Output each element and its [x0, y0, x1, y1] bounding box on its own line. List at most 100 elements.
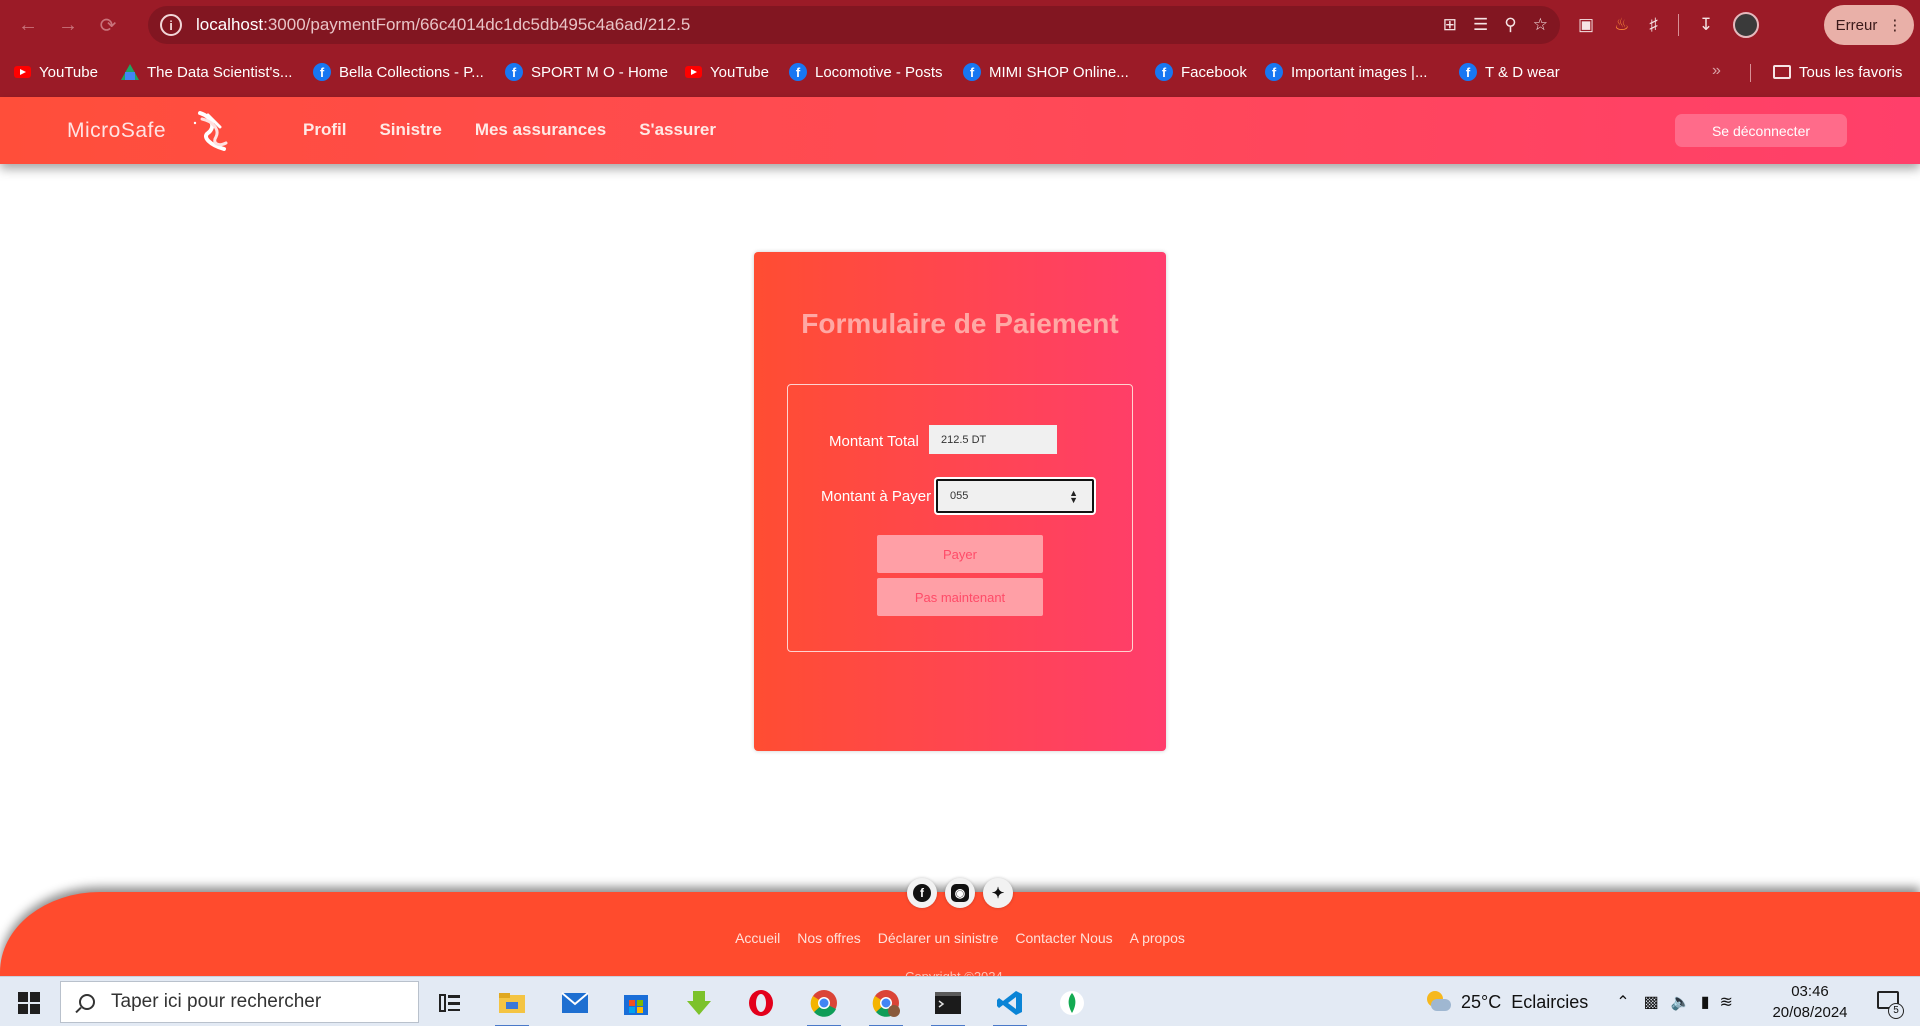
url-path: :3000/paymentForm/66c4014dc1dc5db495c4a6…: [263, 15, 691, 34]
search-icon: [79, 994, 95, 1010]
facebook-icon: f: [313, 63, 331, 81]
microsoft-store-icon[interactable]: [617, 984, 655, 1022]
facebook-social-button[interactable]: f: [907, 878, 937, 908]
taskbar-search-placeholder: Taper ici pour rechercher: [111, 991, 322, 1012]
facebook-icon: f: [913, 884, 931, 902]
pay-button[interactable]: Payer: [877, 535, 1043, 573]
bookmark-item[interactable]: YouTube: [14, 60, 98, 84]
translate-icon[interactable]: ☰: [1473, 15, 1488, 35]
nav-s-assurer[interactable]: S'assurer: [639, 120, 716, 140]
mail-icon[interactable]: [556, 984, 594, 1022]
bookmark-item[interactable]: f MIMI SHOP Online...: [963, 60, 1129, 84]
zoom-icon[interactable]: ⚲: [1504, 15, 1516, 35]
bookmark-item[interactable]: f Locomotive - Posts: [789, 60, 943, 84]
nav-profil[interactable]: Profil: [303, 120, 346, 140]
mongodb-compass-icon[interactable]: [1053, 984, 1091, 1022]
weather-temperature[interactable]: 25°C: [1461, 992, 1501, 1013]
clock-time: 03:46: [1791, 983, 1829, 1000]
url-host: localhost: [196, 15, 264, 34]
more-bookmarks-icon[interactable]: »: [1712, 62, 1721, 80]
bookmark-item[interactable]: YouTube: [685, 60, 769, 84]
google-drive-icon: [121, 64, 139, 80]
download-manager-icon[interactable]: [680, 984, 718, 1022]
not-now-button[interactable]: Pas maintenant: [877, 578, 1043, 616]
payment-card: Formulaire de Paiement Montant Total 212…: [754, 252, 1166, 751]
vscode-icon[interactable]: [991, 984, 1029, 1026]
select-updown-icon: ▲ ▼: [1069, 488, 1078, 505]
instagram-social-button[interactable]: ◉: [945, 878, 975, 908]
nav-mes-assurances[interactable]: Mes assurances: [475, 120, 606, 140]
brand-name[interactable]: MicroSafe: [67, 119, 166, 143]
opera-browser-icon[interactable]: [742, 984, 780, 1022]
taskbar-search[interactable]: Taper ici pour rechercher: [60, 981, 419, 1023]
battery-icon[interactable]: ▮: [1701, 992, 1710, 1012]
footer-link-contact[interactable]: Contacter Nous: [1015, 930, 1112, 946]
total-amount-label: Montant Total: [829, 433, 919, 450]
network-status-icon[interactable]: ▩: [1644, 992, 1659, 1012]
volume-icon[interactable]: 🔈: [1671, 992, 1691, 1012]
windows-start-icon[interactable]: [18, 992, 40, 1014]
pocket-icon[interactable]: ▣: [1578, 15, 1594, 35]
footer-link-offres[interactable]: Nos offres: [797, 930, 861, 946]
file-explorer-icon[interactable]: [493, 984, 531, 1026]
bookmark-item[interactable]: f SPORT M O - Home: [505, 60, 668, 84]
bookmark-item[interactable]: f Facebook: [1155, 60, 1247, 84]
bookmark-item[interactable]: The Data Scientist's...: [121, 60, 292, 84]
twitter-social-button[interactable]: ✦: [983, 878, 1013, 908]
bookmark-label: The Data Scientist's...: [147, 63, 293, 81]
footer-link-a-propos[interactable]: A propos: [1130, 930, 1185, 946]
footer-link-declarer-sinistre[interactable]: Déclarer un sinistre: [878, 930, 999, 946]
bookmark-label: Facebook: [1181, 63, 1247, 81]
weather-description[interactable]: Eclaircies: [1511, 992, 1588, 1013]
chevron-up-icon[interactable]: ⌃: [1616, 992, 1629, 1012]
chrome-profile-icon[interactable]: [867, 984, 905, 1026]
nav-sinistre[interactable]: Sinistre: [379, 120, 441, 140]
youtube-icon: [14, 66, 31, 78]
back-arrow-icon[interactable]: ←: [8, 5, 48, 45]
clock-date: 20/08/2024: [1772, 1004, 1848, 1021]
all-bookmarks-label: Tous les favoris: [1799, 63, 1903, 81]
browser-chrome: ← → ⟳ i localhost:3000/paymentForm/66c40…: [0, 0, 1920, 97]
pay-amount-select[interactable]: 055 ▲ ▼: [936, 479, 1094, 513]
install-app-icon[interactable]: ⊞: [1443, 15, 1457, 35]
reload-icon[interactable]: ⟳: [88, 5, 128, 45]
logout-button[interactable]: Se déconnecter: [1675, 114, 1847, 147]
all-bookmarks-folder[interactable]: Tous les favoris: [1773, 60, 1902, 84]
toolbar-divider: [1677, 14, 1679, 36]
bookmark-label: T & D wear: [1485, 63, 1560, 81]
youtube-icon: [685, 66, 702, 78]
extension-flame-icon[interactable]: ♨: [1614, 15, 1629, 35]
bookmark-item[interactable]: f Important images |...: [1265, 60, 1427, 84]
payment-form-title: Formulaire de Paiement: [801, 308, 1119, 339]
profile-avatar[interactable]: [1733, 12, 1760, 38]
app-header: MicroSafe Profil Sinistre Mes assurances…: [0, 97, 1920, 164]
terminal-icon[interactable]: [929, 984, 967, 1026]
folder-icon: [1773, 65, 1791, 79]
pay-amount-label: Montant à Payer: [821, 488, 932, 505]
bookmarks-bar: YouTube The Data Scientist's... f Bella C…: [0, 56, 1920, 88]
facebook-icon: f: [1459, 63, 1477, 81]
bookmark-label: MIMI SHOP Online...: [989, 63, 1129, 81]
url-text[interactable]: localhost:3000/paymentForm/66c4014dc1dc5…: [196, 15, 690, 35]
bookmark-label: Bella Collections - P...: [339, 63, 484, 81]
site-info-icon[interactable]: i: [160, 14, 182, 36]
address-bar-actions: ⊞ ☰ ⚲ ☆: [1443, 6, 1548, 44]
facebook-icon: f: [1155, 63, 1173, 81]
wifi-icon[interactable]: ≋: [1720, 992, 1733, 1012]
main-nav: Profil Sinistre Mes assurances S'assurer: [303, 120, 716, 140]
task-view-icon[interactable]: [431, 984, 469, 1022]
bookmark-item[interactable]: f Bella Collections - P...: [313, 60, 484, 84]
profile-error-button[interactable]: Erreur ⋮: [1824, 5, 1914, 45]
footer-nav: Accueil Nos offres Déclarer un sinistre …: [0, 930, 1920, 946]
bookmark-star-icon[interactable]: ☆: [1533, 15, 1548, 35]
footer-link-accueil[interactable]: Accueil: [735, 930, 780, 946]
weather-icon[interactable]: [1425, 991, 1451, 1013]
facebook-icon: f: [505, 63, 523, 81]
forward-arrow-icon[interactable]: →: [48, 5, 88, 45]
downloads-icon[interactable]: ↧: [1699, 15, 1713, 35]
chrome-icon[interactable]: [805, 984, 843, 1026]
extensions-puzzle-icon[interactable]: ♯: [1649, 15, 1658, 35]
address-bar[interactable]: i localhost:3000/paymentForm/66c4014dc1d…: [148, 6, 1560, 44]
bookmark-item[interactable]: f T & D wear: [1459, 60, 1560, 84]
taskbar-clock[interactable]: 03:46 20/08/2024: [1762, 981, 1858, 1023]
